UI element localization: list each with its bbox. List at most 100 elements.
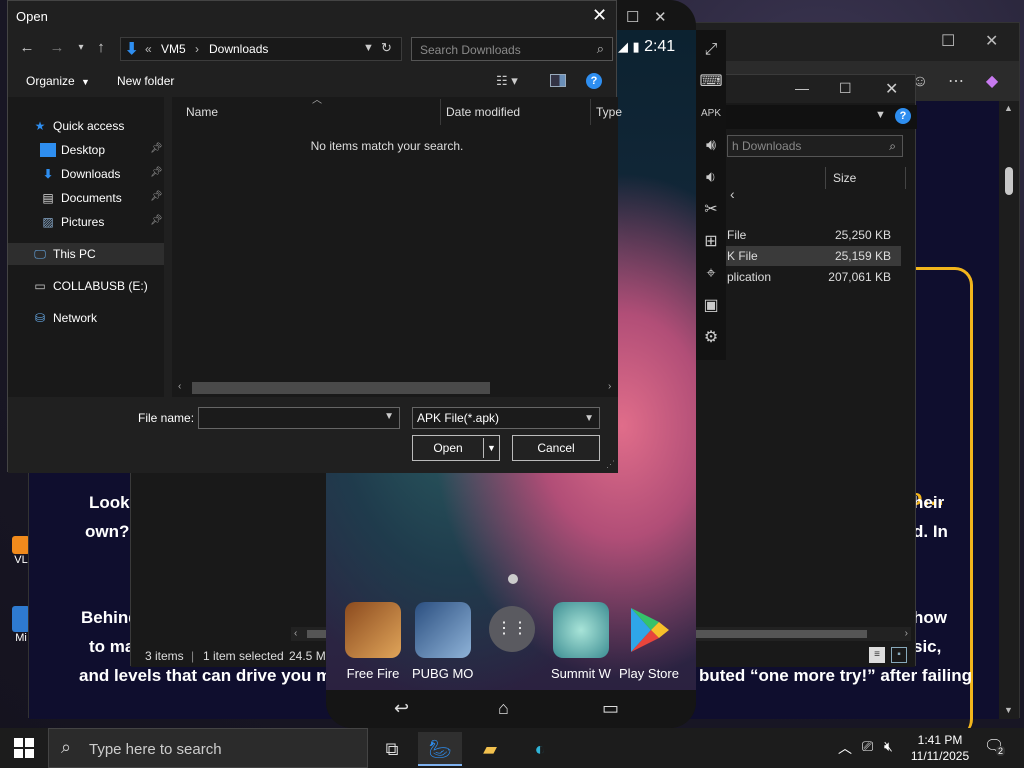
help-icon[interactable]: ?	[586, 73, 602, 89]
column-sep[interactable]	[440, 99, 441, 125]
taskbar-search-box[interactable]: ⌕ Type here to search	[48, 728, 368, 768]
edge-browser-icon[interactable]: ◐	[518, 732, 562, 766]
show-hidden-icons-icon[interactable]: ︿	[838, 738, 852, 758]
column-header-type[interactable]: Type	[596, 105, 622, 119]
scroll-left-icon[interactable]: ‹	[178, 381, 181, 392]
close-icon[interactable]: ✕	[985, 31, 998, 51]
up-arrow-icon[interactable]: ↑	[92, 39, 110, 57]
chevron-down-icon[interactable]: ▼	[384, 411, 394, 422]
collapse-toolbar-icon[interactable]: ‹	[730, 186, 735, 202]
browser-scrollbar[interactable]: ▲ ▼	[999, 101, 1019, 719]
resize-grip-icon[interactable]: ⋰	[606, 459, 615, 470]
volume-muted-icon[interactable]: 🔇︎	[884, 738, 893, 755]
file-explorer-icon[interactable]: ▰	[468, 732, 512, 766]
apk-install-icon[interactable]: APK	[699, 102, 723, 126]
nav-item-quick-access[interactable]: ★ Quick access	[8, 115, 164, 137]
file-name-input[interactable]: ▼	[198, 407, 400, 429]
task-view-icon[interactable]: ⧉	[370, 732, 414, 766]
file-row-selected[interactable]: K File 25,159 KB	[721, 246, 901, 266]
pin-icon[interactable]: 📌︎	[150, 215, 163, 226]
emulator-maximize-icon[interactable]: ☐	[626, 8, 639, 26]
scroll-right-icon[interactable]: ›	[905, 628, 908, 639]
back-icon[interactable]: ↩	[394, 698, 409, 719]
file-row[interactable]: plication 207,061 KB	[721, 267, 901, 287]
app-drawer-button[interactable]: ⋮⋮	[481, 606, 543, 652]
pin-icon[interactable]: 📌︎	[150, 143, 163, 154]
chevron-down-icon[interactable]: ▼	[487, 436, 496, 460]
column-header-name[interactable]: Name	[186, 105, 218, 119]
app-summit-way[interactable]: Summit W	[550, 602, 612, 681]
nav-item-usb-drive[interactable]: ▭ COLLABUSB (E:)	[8, 275, 164, 297]
app-pubg-mobile[interactable]: PUBG MOI	[412, 602, 474, 681]
explorer-search-input[interactable]: h Downloads ⌕	[727, 135, 903, 157]
settings-icon[interactable]: ⚙	[699, 326, 723, 350]
size-column-header[interactable]: Size	[833, 171, 856, 185]
volume-up-icon[interactable]: 🔊︎	[699, 134, 723, 158]
pin-icon[interactable]: 📌︎	[150, 167, 163, 178]
minimize-icon[interactable]: —	[795, 80, 809, 96]
scroll-right-icon[interactable]: ›	[608, 381, 611, 392]
chevron-down-icon[interactable]: ▼	[875, 109, 886, 121]
nav-item-downloads[interactable]: ⬇ Downloads 📌︎	[8, 163, 164, 185]
screenshot-icon[interactable]: ✂	[699, 198, 723, 222]
fullscreen-icon[interactable]: ⤢	[699, 38, 723, 62]
nav-item-this-pc[interactable]: 🖵︎ This PC	[8, 243, 164, 265]
file-row[interactable]: File 25,250 KB	[721, 225, 901, 245]
forward-arrow-icon[interactable]: →	[48, 39, 66, 57]
app-free-fire[interactable]: Free Fire	[342, 602, 404, 681]
open-button[interactable]: Open ▼	[412, 435, 500, 461]
home-icon[interactable]: ⌂	[498, 698, 509, 719]
recent-locations-icon[interactable]: ▾	[72, 39, 90, 57]
nav-item-pictures[interactable]: ▨ Pictures 📌︎	[8, 211, 164, 233]
nav-item-network[interactable]: ⛁ Network	[8, 307, 164, 329]
horizontal-scrollbar[interactable]: ‹ ›	[172, 381, 618, 395]
breadcrumb-downloads[interactable]: Downloads	[209, 42, 268, 56]
preview-pane-icon[interactable]	[550, 74, 566, 87]
recents-icon[interactable]: ▭	[602, 698, 619, 719]
scroll-down-icon[interactable]: ▼	[1004, 705, 1013, 715]
windows-start-icon[interactable]	[14, 738, 34, 758]
location-icon[interactable]: ⌖	[699, 262, 723, 286]
refresh-icon[interactable]: ↻	[381, 40, 392, 56]
search-input[interactable]: Search Downloads ⌕	[411, 37, 613, 61]
chevron-down-icon[interactable]: ▼	[584, 409, 594, 429]
volume-down-icon[interactable]: 🔉︎	[699, 166, 723, 190]
scrollbar-thumb[interactable]	[192, 382, 490, 394]
address-bar[interactable]: ⬇ « VM5 › Downloads ▼ ↻	[120, 37, 402, 61]
organize-button[interactable]: Organize ▼	[26, 74, 90, 88]
help-icon[interactable]: ?	[895, 108, 911, 124]
add-icon[interactable]: ⊞	[699, 230, 723, 254]
more-menu-icon[interactable]: ⋯	[945, 71, 967, 93]
explorer-address-bar[interactable]: ▼ ?	[721, 105, 917, 129]
keyboard-icon[interactable]: ⌨	[699, 70, 723, 94]
back-arrow-icon[interactable]: ←	[18, 39, 36, 57]
copilot-icon[interactable]: ◆	[981, 71, 1003, 93]
pin-icon[interactable]: 📌︎	[150, 191, 163, 202]
maximize-icon[interactable]: ☐	[839, 80, 852, 97]
emulator-app-icon[interactable]: 🦢︎	[418, 732, 462, 766]
details-view-icon[interactable]: ≡	[869, 647, 885, 663]
network-status-icon[interactable]: ⎚	[862, 738, 873, 755]
file-type-select[interactable]: APK File(*.apk) ▼	[412, 407, 600, 429]
system-clock[interactable]: 1:41 PM 11/11/2025	[900, 732, 980, 764]
chevron-down-icon[interactable]: ▼	[363, 42, 374, 54]
nav-item-desktop[interactable]: Desktop 📌︎	[8, 139, 164, 161]
close-icon[interactable]: ✕	[592, 5, 607, 26]
column-header-date[interactable]: Date modified	[446, 105, 520, 119]
large-icons-view-icon[interactable]: ▪	[891, 647, 907, 663]
shake-icon[interactable]: ▣	[699, 294, 723, 318]
cancel-button[interactable]: Cancel	[512, 435, 600, 461]
view-options-icon[interactable]: ☷ ▾	[496, 73, 518, 89]
nav-item-documents[interactable]: ▤ Documents 📌︎	[8, 187, 164, 209]
emulator-close-icon[interactable]: ✕	[654, 8, 667, 26]
maximize-icon[interactable]: ☐	[941, 31, 955, 51]
scrollbar-thumb[interactable]	[1005, 167, 1013, 195]
new-folder-button[interactable]: New folder	[117, 74, 174, 88]
column-sep[interactable]	[590, 99, 591, 125]
scroll-left-icon[interactable]: ‹	[294, 628, 297, 639]
close-icon[interactable]: ✕	[885, 79, 898, 99]
breadcrumb-vm5[interactable]: VM5	[161, 42, 186, 56]
file-list-pane[interactable]: ︿ Name Date modified Type No items match…	[172, 95, 622, 397]
app-play-store[interactable]: Play Store	[618, 602, 680, 681]
scroll-up-icon[interactable]: ▲	[1004, 103, 1013, 113]
